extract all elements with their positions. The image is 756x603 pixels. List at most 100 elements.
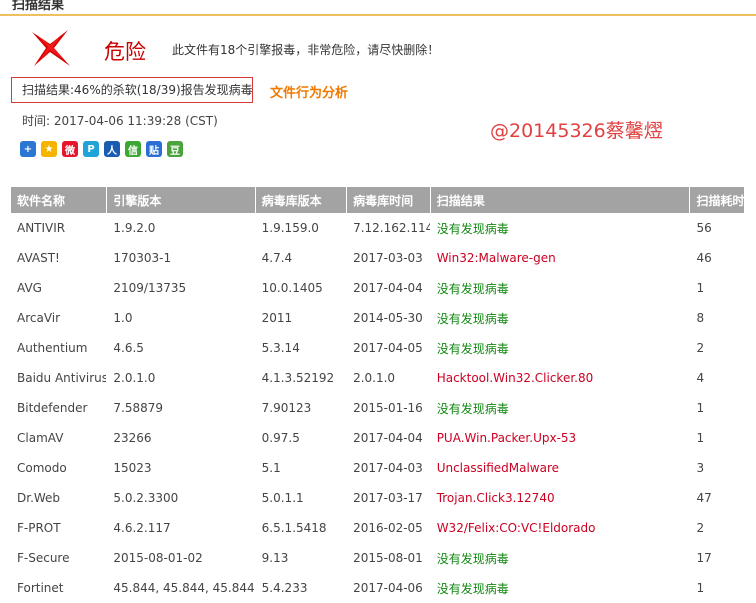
cell-db-version: 4.7.4 bbox=[261, 251, 293, 265]
cell-scan-duration: 56 bbox=[696, 221, 712, 235]
cell-scan-duration: 2 bbox=[696, 341, 705, 355]
table-row: Dr.Web 5.0.2.3300 5.0.1.1 2017-03-17 Trojan.… bbox=[11, 483, 744, 513]
cell-scan-result: 没有发现病毒 bbox=[436, 221, 509, 236]
cell-scan-duration: 1 bbox=[696, 401, 705, 415]
cell-db-version: 7.90123 bbox=[261, 401, 312, 415]
cell-software: Fortinet bbox=[17, 581, 64, 595]
tencent-weibo-icon[interactable]: P bbox=[83, 141, 99, 157]
cell-scan-result: UnclassifiedMalware bbox=[436, 461, 560, 475]
cell-software: Baidu Antivirus bbox=[17, 371, 107, 385]
cell-engine-version: 5.0.2.3300 bbox=[113, 491, 179, 505]
cell-software: ClamAV bbox=[17, 431, 64, 445]
cell-db-time: 2017-04-04 bbox=[353, 281, 423, 295]
cell-engine-version: 15023 bbox=[113, 461, 152, 475]
wechat-icon[interactable]: 信 bbox=[125, 141, 141, 157]
cell-db-version: 2011 bbox=[261, 311, 293, 325]
cell-software: ArcaVir bbox=[17, 311, 61, 325]
cell-scan-result: Hacktool.Win32.Clicker.80 bbox=[436, 371, 594, 385]
cell-db-time: 2017-03-17 bbox=[353, 491, 423, 505]
weibo-icon[interactable]: 微 bbox=[62, 141, 78, 157]
cell-engine-version: 7.58879 bbox=[113, 401, 163, 415]
section-title: 扫描结果 bbox=[12, 0, 65, 13]
cell-scan-duration: 17 bbox=[696, 551, 712, 565]
cell-scan-result: 没有发现病毒 bbox=[436, 341, 509, 356]
table-row: Bitdefender 7.58879 7.90123 2015-01-16 没有发现病… bbox=[11, 393, 744, 423]
cell-scan-duration: 1 bbox=[696, 431, 705, 445]
table-row: ArcaVir 1.0 2011 2014-05-30 没有发现病毒 8 bbox=[11, 303, 744, 333]
cell-engine-version: 23266 bbox=[113, 431, 152, 445]
table-row: Baidu Antivirus 2.0.1.0 4.1.3.52192 2.0.1.0… bbox=[11, 363, 744, 393]
section-header: 扫描结果 bbox=[0, 0, 756, 16]
cell-db-time: 2.0.1.0 bbox=[353, 371, 396, 385]
cell-engine-version: 2.0.1.0 bbox=[113, 371, 156, 385]
cell-software: Comodo bbox=[17, 461, 67, 475]
cell-db-version: 5.4.233 bbox=[261, 581, 308, 595]
table-row: ClamAV 23266 0.97.5 2017-04-04 PUA.Win.Packe… bbox=[11, 423, 744, 453]
cell-db-version: 0.97.5 bbox=[261, 431, 300, 445]
cell-db-time: 2014-05-30 bbox=[353, 311, 423, 325]
cell-db-time: 2017-04-06 bbox=[353, 581, 423, 595]
table-row: AVG 2109/13735 10.0.1405 2017-04-04 没有发现病毒 1 bbox=[11, 273, 744, 303]
douban-icon[interactable]: 豆 bbox=[167, 141, 183, 157]
scan-result-summary: 扫描结果:46%的杀软(18/39)报告发现病毒 bbox=[11, 77, 253, 103]
cell-software: AVG bbox=[17, 281, 42, 295]
table-row: F-PROT 4.6.2.117 6.5.1.5418 2016-02-05 W32/F… bbox=[11, 513, 744, 543]
cell-db-version: 6.5.1.5418 bbox=[261, 521, 327, 535]
column-header-scan-result: 扫描结果 bbox=[430, 187, 691, 213]
cell-db-time: 2017-04-05 bbox=[353, 341, 423, 355]
danger-label: 危险 bbox=[104, 40, 146, 64]
cell-software: F-Secure bbox=[17, 551, 70, 565]
scan-time: 时间: 2017-04-06 11:39:28 (CST) bbox=[22, 114, 218, 128]
cell-engine-version: 170303-1 bbox=[113, 251, 172, 265]
cell-engine-version: 45.844, 45.844, 45.844 bbox=[113, 581, 255, 595]
cell-engine-version: 2015-08-01-02 bbox=[113, 551, 203, 565]
scan-results-table: 软件名称 引擎版本 病毒库版本 病毒库时间 扫描结果 扫描耗时 ANTIVIR 1… bbox=[11, 187, 744, 603]
column-header-db-time: 病毒库时间 bbox=[346, 187, 431, 213]
tieba-icon[interactable]: 贴 bbox=[146, 141, 162, 157]
plus-share-icon[interactable]: + bbox=[20, 141, 36, 157]
cell-engine-version: 4.6.2.117 bbox=[113, 521, 171, 535]
cell-scan-duration: 4 bbox=[696, 371, 705, 385]
cell-scan-result: 没有发现病毒 bbox=[436, 401, 509, 416]
danger-description: 此文件有18个引擎报毒，非常危险，请尽快删除！ bbox=[172, 43, 440, 57]
cell-db-version: 4.1.3.52192 bbox=[261, 371, 335, 385]
cell-db-time: 2017-04-03 bbox=[353, 461, 423, 475]
cell-engine-version: 1.9.2.0 bbox=[113, 221, 156, 235]
cell-db-time: 2017-03-03 bbox=[353, 251, 423, 265]
table-row: Authentium 4.6.5 5.3.14 2017-04-05 没有发现病毒 2 bbox=[11, 333, 744, 363]
cell-scan-result: 没有发现病毒 bbox=[436, 551, 509, 566]
cell-software: ANTIVIR bbox=[17, 221, 66, 235]
cell-scan-duration: 1 bbox=[696, 581, 705, 595]
cell-software: Authentium bbox=[17, 341, 88, 355]
cell-db-version: 5.0.1.1 bbox=[261, 491, 304, 505]
table-row: F-Secure 2015-08-01-02 9.13 2015-08-01 没有发现病… bbox=[11, 543, 744, 573]
danger-x-icon bbox=[32, 30, 70, 66]
cell-scan-result: PUA.Win.Packer.Upx-53 bbox=[436, 431, 577, 445]
cell-db-version: 5.1 bbox=[261, 461, 281, 475]
cell-software: Dr.Web bbox=[17, 491, 61, 505]
cell-scan-result: Win32:Malware-gen bbox=[436, 251, 556, 265]
column-header-software: 软件名称 bbox=[11, 187, 108, 213]
table-row: ANTIVIR 1.9.2.0 1.9.159.0 7.12.162.114 没有发现病… bbox=[11, 213, 744, 243]
share-bar: + ★ 微 P 人信贴豆 bbox=[20, 141, 183, 159]
cell-engine-version: 4.6.5 bbox=[113, 341, 144, 355]
cell-db-time: 2017-04-04 bbox=[353, 431, 423, 445]
cell-scan-result: 没有发现病毒 bbox=[436, 281, 509, 296]
file-behavior-analysis-link[interactable]: 文件行为分析 bbox=[270, 82, 348, 101]
column-header-db-version: 病毒库版本 bbox=[255, 187, 348, 213]
cell-scan-duration: 46 bbox=[696, 251, 712, 265]
cell-db-time: 2015-08-01 bbox=[353, 551, 423, 565]
column-header-engine-version: 引擎版本 bbox=[106, 187, 256, 213]
cell-engine-version: 1.0 bbox=[113, 311, 133, 325]
cell-db-version: 10.0.1405 bbox=[261, 281, 323, 295]
cell-db-version: 9.13 bbox=[261, 551, 289, 565]
qzone-icon[interactable]: ★ bbox=[41, 141, 57, 157]
renren-icon[interactable]: 人 bbox=[104, 141, 120, 157]
cell-db-version: 1.9.159.0 bbox=[261, 221, 319, 235]
cell-scan-duration: 2 bbox=[696, 521, 705, 535]
cell-scan-duration: 47 bbox=[696, 491, 712, 505]
cell-scan-result: Trojan.Click3.12740 bbox=[436, 491, 555, 505]
cell-db-time: 2016-02-05 bbox=[353, 521, 423, 535]
cell-software: Bitdefender bbox=[17, 401, 88, 415]
cell-scan-duration: 3 bbox=[696, 461, 705, 475]
